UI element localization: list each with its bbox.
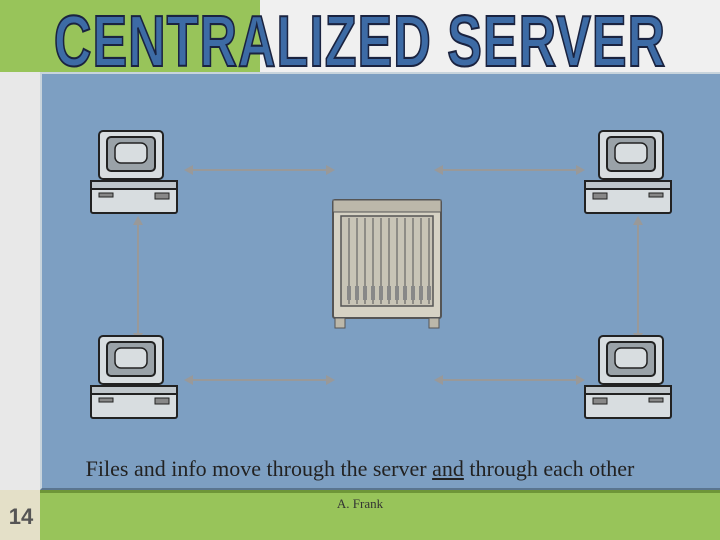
author-credit: A. Frank [337,496,383,512]
server-rack [327,194,447,334]
client-computer-bottom-right [575,334,675,424]
page-title: CENTRALIZED SERVER [54,0,666,84]
arrow-tr-server [442,169,577,171]
caption-underlined: and [432,456,464,481]
caption-text-2: through each other [464,456,634,481]
slide-number: 14 [2,504,40,530]
caption-text-1: Files and info move through the server [86,456,432,481]
client-computer-bottom-left [87,334,187,424]
arrow-bl-server [192,379,327,381]
diagram-panel [40,72,720,490]
client-computer-top-left [87,129,187,219]
arrow-right-vertical [637,224,639,334]
arrow-br-server [442,379,577,381]
caption: Files and info move through the server a… [70,456,650,482]
client-computer-top-right [575,129,675,219]
arrow-tl-server [192,169,327,171]
arrow-left-vertical [137,224,139,334]
